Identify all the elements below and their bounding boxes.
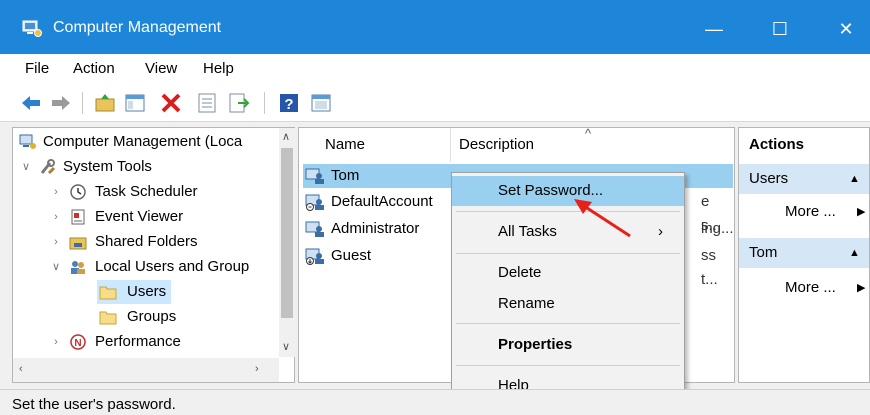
close-button[interactable]: ✕ xyxy=(826,12,866,46)
menu-view[interactable]: View xyxy=(145,60,177,77)
computer-management-icon xyxy=(22,20,42,37)
actions-section-tom[interactable]: Tom ▲ xyxy=(739,238,869,268)
help-icon[interactable]: ? xyxy=(278,92,300,114)
back-icon[interactable] xyxy=(20,92,42,114)
performance-icon: N xyxy=(70,334,86,350)
title-bar: Computer Management — ☐ ✕ xyxy=(0,0,870,54)
user-icon xyxy=(305,168,324,184)
user-description: ss t... xyxy=(701,247,718,288)
menu-item-rename[interactable]: Rename xyxy=(452,289,684,319)
computer-icon xyxy=(19,134,36,149)
window-title: Computer Management xyxy=(53,19,222,36)
navigation-tree: Computer Management (Loca ∨ System Tools… xyxy=(12,127,295,383)
submenu-arrow-icon: ▶ xyxy=(857,206,866,218)
submenu-arrow-icon: › xyxy=(658,223,663,240)
actions-title: Actions xyxy=(739,130,869,160)
tree-item-label: Local Users and Group xyxy=(95,258,250,275)
tree-item-users[interactable]: Users xyxy=(97,280,171,304)
section-title: Users xyxy=(749,170,789,187)
action-more-tom[interactable]: More ... ▶ xyxy=(785,276,865,300)
menu-item-label: All Tasks xyxy=(498,223,557,240)
chevron-right-icon[interactable]: › xyxy=(49,230,63,254)
chevron-down-icon[interactable]: ∨ xyxy=(49,255,63,279)
show-hide-tree-icon[interactable] xyxy=(124,92,146,114)
tools-icon xyxy=(40,159,56,175)
toolbar: ? xyxy=(0,84,870,122)
user-name: Guest xyxy=(331,247,372,264)
section-title: Tom xyxy=(749,244,778,261)
menu-bar: File Action View Help xyxy=(0,54,870,84)
delete-icon[interactable] xyxy=(160,92,182,114)
folder-icon xyxy=(99,286,117,300)
menu-item-properties[interactable]: Properties xyxy=(452,330,684,360)
scroll-thumb[interactable] xyxy=(281,148,293,318)
status-text: Set the user's password. xyxy=(12,396,176,413)
more-label: More ... xyxy=(785,203,836,220)
forward-icon[interactable] xyxy=(50,92,72,114)
tree-item-label: Groups xyxy=(127,308,177,325)
export-icon[interactable] xyxy=(228,92,250,114)
tree-item-label: Task Scheduler xyxy=(95,183,198,200)
menu-file[interactable]: File xyxy=(25,60,49,77)
menu-item-delete[interactable]: Delete xyxy=(452,258,684,288)
tree-item-label: Event Viewer xyxy=(95,208,184,225)
user-disabled-icon xyxy=(305,194,324,211)
user-name: Tom xyxy=(331,167,360,184)
actions-section-users[interactable]: Users ▲ xyxy=(739,164,869,194)
annotation-arrow-icon xyxy=(574,199,631,238)
folder-icon xyxy=(99,311,117,325)
minimize-button[interactable]: — xyxy=(694,12,734,46)
tree-item-label: Users xyxy=(127,283,167,300)
event-viewer-icon xyxy=(71,209,85,225)
clock-icon xyxy=(70,184,86,200)
scroll-left-icon[interactable]: ‹ xyxy=(19,363,23,375)
chevron-right-icon[interactable]: › xyxy=(49,330,63,354)
collapse-icon[interactable]: ▲ xyxy=(849,238,860,268)
shared-folder-icon xyxy=(69,237,87,250)
tree-item-label: Performance xyxy=(95,333,181,350)
action-more-users[interactable]: More ... ▶ xyxy=(785,200,865,224)
maximize-button[interactable]: ☐ xyxy=(760,12,800,46)
status-bar: Set the user's password. xyxy=(0,389,870,415)
scroll-right-icon[interactable]: › xyxy=(255,363,259,375)
column-header-name[interactable]: Name xyxy=(325,128,365,162)
tree-item-label: Shared Folders xyxy=(95,233,198,250)
tree-item-label: System Tools xyxy=(63,158,152,175)
user-description: ing... xyxy=(701,220,734,237)
collapse-icon[interactable]: ▲ xyxy=(849,164,860,194)
user-disabled-icon xyxy=(305,248,324,265)
chevron-down-icon[interactable]: ∨ xyxy=(19,155,33,179)
user-name: Administrator xyxy=(331,220,420,237)
tree-vertical-scrollbar[interactable]: ∧ ∨ xyxy=(279,128,295,357)
user-name: DefaultAccount xyxy=(331,193,433,210)
properties-icon[interactable] xyxy=(196,92,218,114)
more-label: More ... xyxy=(785,279,836,296)
submenu-arrow-icon: ▶ xyxy=(857,282,866,294)
menu-action[interactable]: Action xyxy=(73,60,115,77)
svg-text:N: N xyxy=(74,338,81,349)
tree-item-label: Computer Management (Loca xyxy=(43,133,243,150)
users-group-icon xyxy=(71,261,85,274)
sort-ascending-icon: ^ xyxy=(585,127,592,141)
column-header-description[interactable]: Description xyxy=(459,128,534,162)
user-icon xyxy=(305,221,324,237)
actions-pane: Actions Users ▲ More ... ▶ Tom ▲ More ..… xyxy=(738,127,870,383)
menu-help[interactable]: Help xyxy=(203,60,234,77)
console-icon[interactable] xyxy=(310,92,332,114)
scroll-up-icon[interactable]: ∧ xyxy=(282,130,290,143)
svg-text:?: ? xyxy=(284,96,293,113)
chevron-right-icon[interactable]: › xyxy=(49,180,63,204)
tree-horizontal-scrollbar[interactable]: ‹ › xyxy=(13,358,279,382)
chevron-right-icon[interactable]: › xyxy=(49,205,63,229)
up-folder-icon[interactable] xyxy=(94,92,116,114)
scroll-down-icon[interactable]: ∨ xyxy=(282,340,290,353)
